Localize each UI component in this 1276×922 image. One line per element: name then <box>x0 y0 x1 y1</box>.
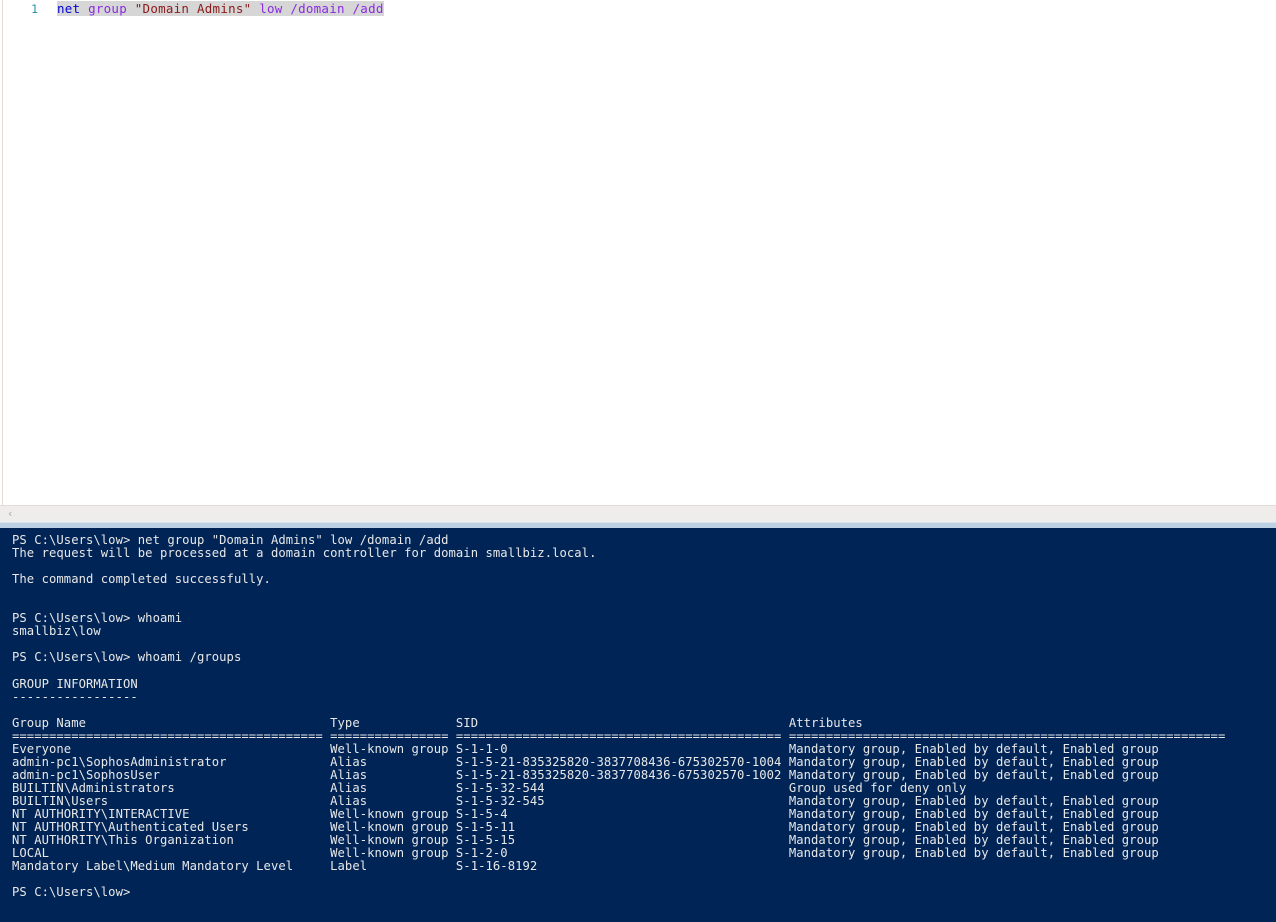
terminal-line: ----------------- <box>12 689 138 704</box>
code-token-10: /add <box>352 1 384 16</box>
code-line-text[interactable]: net group "Domain Admins" low /domain /a… <box>57 1 384 16</box>
terminal-line: The request will be processed at a domai… <box>12 546 597 561</box>
terminal-line: ========================================… <box>12 728 1226 743</box>
code-token-8: /domain <box>290 1 345 16</box>
code-area[interactable]: 1 net group "Domain Admins" low /domain … <box>0 0 1276 505</box>
code-token-3 <box>127 1 135 16</box>
terminal-line: Everyone Well-known group S-1-1-0 Mandat… <box>12 741 1226 756</box>
terminal-line: The command completed successfully. <box>12 572 271 587</box>
code-token-2: group <box>88 1 127 16</box>
powershell-ise-window: 1 net group "Domain Admins" low /domain … <box>0 0 1276 922</box>
code-line-1[interactable]: 1 net group "Domain Admins" low /domain … <box>0 0 384 16</box>
terminal-line: Group Name Type SID Attributes <box>12 715 1226 730</box>
terminal-line: PS C:\Users\low> whoami /groups <box>12 650 242 665</box>
chevron-left-icon[interactable]: ‹ <box>8 506 12 522</box>
terminal-line: smallbiz\low <box>12 624 101 639</box>
code-token-6: low <box>259 1 283 16</box>
powershell-console-pane[interactable]: PS C:\Users\low> net group "Domain Admin… <box>0 528 1276 922</box>
code-token-9 <box>345 1 353 16</box>
code-token-4: "Domain Admins" <box>134 1 252 16</box>
terminal-line: Mandatory Label\Medium Mandatory Level L… <box>12 859 1226 874</box>
terminal-line: GROUP INFORMATION <box>12 676 138 691</box>
line-number-gutter: 1 <box>31 2 38 16</box>
script-editor-pane[interactable]: 1 net group "Domain Admins" low /domain … <box>0 0 1276 505</box>
terminal-line: admin-pc1\SophosAdministrator Alias S-1-… <box>12 754 1226 769</box>
terminal-line: BUILTIN\Administrators Alias S-1-5-32-54… <box>12 780 1226 795</box>
code-token-0: net <box>57 1 81 16</box>
terminal-line: PS C:\Users\low> whoami <box>12 611 183 626</box>
terminal-line: PS C:\Users\low> <box>12 885 131 900</box>
editor-horizontal-scrollbar[interactable]: ‹ <box>0 505 1276 522</box>
code-token-1 <box>80 1 88 16</box>
terminal-line: admin-pc1\SophosUser Alias S-1-5-21-8353… <box>12 767 1226 782</box>
